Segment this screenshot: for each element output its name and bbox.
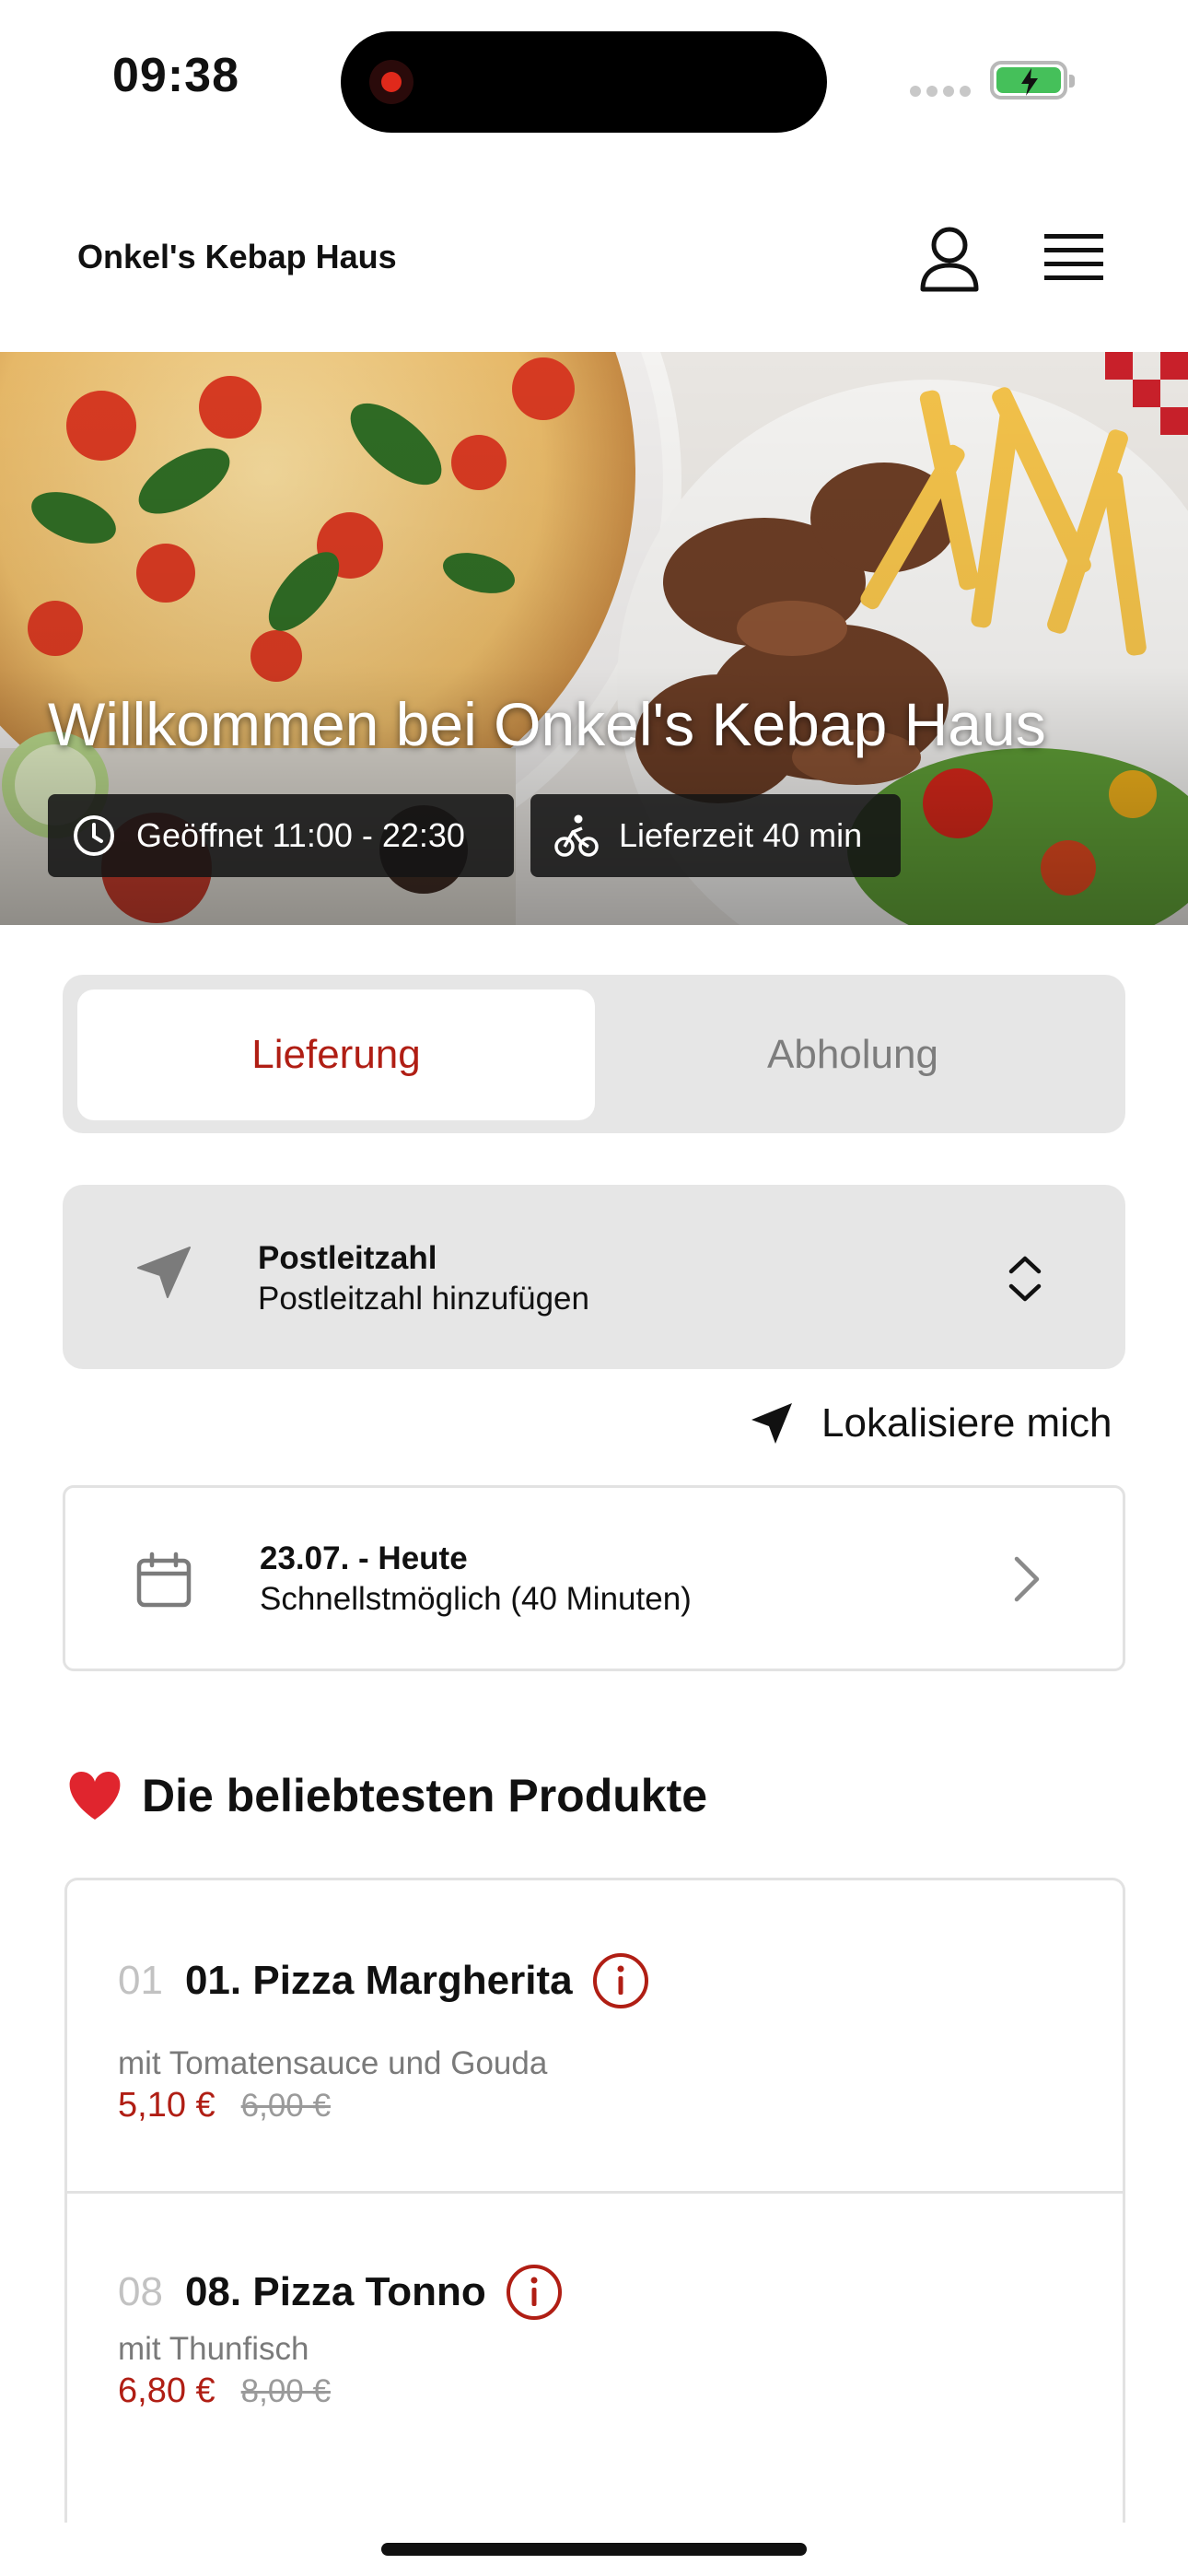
calendar-icon bbox=[134, 1551, 193, 1615]
dynamic-island bbox=[341, 31, 827, 133]
product-description: mit Thunfisch bbox=[118, 2331, 309, 2367]
locate-me-label: Lokalisiere mich bbox=[821, 1400, 1112, 1446]
product-number: 08 bbox=[118, 2269, 163, 2314]
locate-me-button[interactable]: Lokalisiere mich bbox=[750, 1400, 1112, 1446]
product-old-price: 6,00 € bbox=[240, 2088, 331, 2124]
postcode-label: Postleitzahl bbox=[258, 1240, 437, 1276]
home-indicator[interactable] bbox=[381, 2543, 807, 2556]
delivery-time-text: Lieferzeit 40 min bbox=[619, 816, 863, 854]
product-number: 01 bbox=[118, 1958, 163, 2003]
recording-indicator-icon bbox=[369, 60, 413, 104]
location-arrow-icon bbox=[751, 1403, 792, 1444]
product-name[interactable]: 01. Pizza Margherita bbox=[185, 1958, 573, 2004]
popular-products-title: Die beliebtesten Produkte bbox=[142, 1770, 708, 1821]
schedule-selector[interactable] bbox=[63, 1485, 1125, 1671]
info-icon[interactable] bbox=[591, 1951, 650, 2010]
popular-products-heading: Die beliebtesten Produkte bbox=[66, 1769, 707, 1822]
opening-hours-badge: Geöffnet 11:00 - 22:30 bbox=[48, 794, 514, 877]
product-price: 5,10 € bbox=[118, 2086, 215, 2125]
info-icon[interactable] bbox=[505, 2263, 564, 2322]
schedule-date: 23.07. - Heute bbox=[260, 1540, 468, 1576]
navigation-arrow-icon bbox=[134, 1244, 193, 1307]
delivery-time-badge: Lieferzeit 40 min bbox=[530, 794, 901, 877]
bicycle-courier-icon bbox=[554, 814, 599, 857]
battery-icon bbox=[990, 61, 1075, 100]
product-old-price: 8,00 € bbox=[240, 2373, 331, 2409]
product-price-row: 6,80 € 8,00 € bbox=[118, 2371, 331, 2411]
product-divider bbox=[64, 2191, 1125, 2194]
clock-icon bbox=[74, 815, 114, 856]
postcode-selector[interactable] bbox=[63, 1185, 1125, 1369]
brand-title[interactable]: Onkel's Kebap Haus bbox=[77, 238, 397, 276]
product-price-row: 5,10 € 6,00 € bbox=[118, 2086, 331, 2125]
product-price: 6,80 € bbox=[118, 2371, 215, 2410]
product-item-header[interactable]: 08 08. Pizza Tonno bbox=[118, 2263, 564, 2322]
chevron-right-icon[interactable] bbox=[1007, 1553, 1044, 1610]
product-item-header[interactable]: 01 01. Pizza Margherita bbox=[118, 1951, 650, 2010]
opening-hours-text: Geöffnet 11:00 - 22:30 bbox=[136, 816, 465, 854]
schedule-time: Schnellstmöglich (40 Minuten) bbox=[260, 1581, 692, 1617]
postcode-input[interactable]: Postleitzahl hinzufügen bbox=[258, 1281, 589, 1317]
status-time: 09:38 bbox=[112, 49, 239, 102]
user-icon[interactable] bbox=[917, 225, 982, 293]
hero-title: Willkommen bei Onkel's Kebap Haus bbox=[48, 690, 1046, 758]
tab-delivery[interactable]: Lieferung bbox=[77, 989, 595, 1120]
product-description: mit Tomatensauce und Gouda bbox=[118, 2045, 548, 2081]
chevron-updown-icon[interactable] bbox=[1006, 1249, 1044, 1313]
tab-pickup[interactable]: Abholung bbox=[595, 989, 1111, 1120]
menu-icon[interactable] bbox=[1044, 232, 1103, 286]
signal-icon bbox=[910, 86, 971, 97]
heart-icon bbox=[69, 1771, 121, 1820]
product-name[interactable]: 08. Pizza Tonno bbox=[185, 2269, 486, 2315]
